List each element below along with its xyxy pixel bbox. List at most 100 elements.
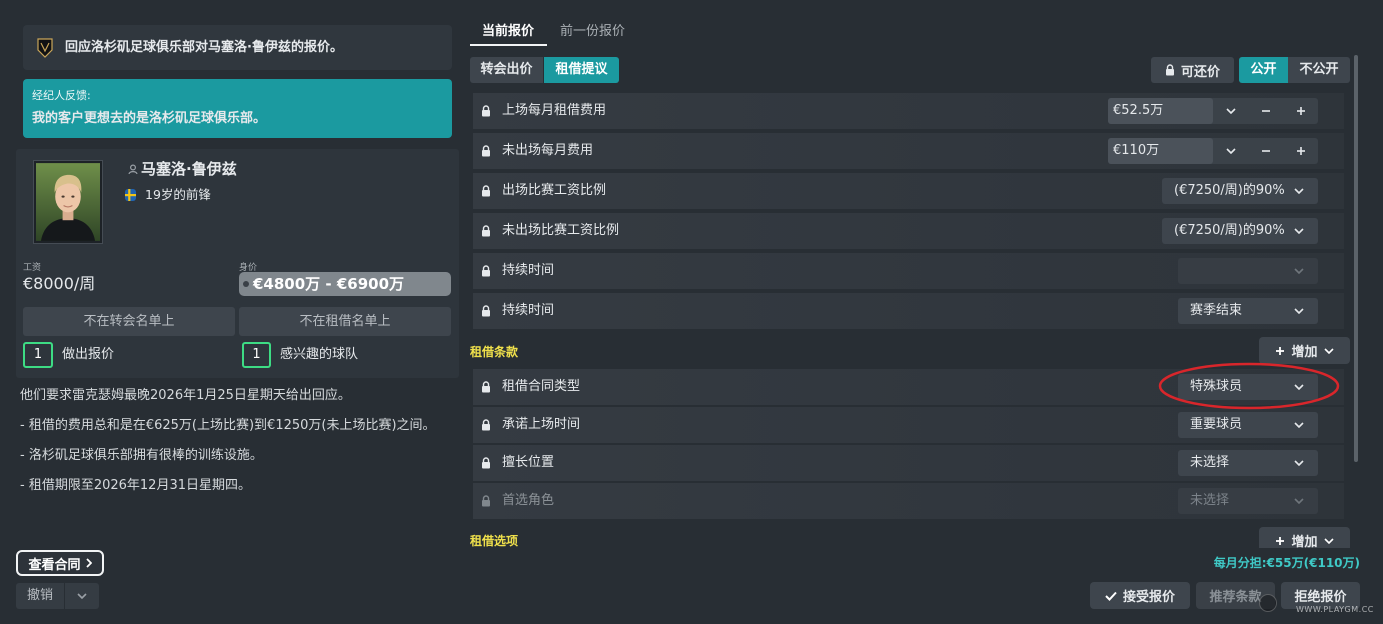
chevron-down-icon[interactable]: [1213, 138, 1248, 164]
note-loan-end-date: - 租借期限至2026年12月31日星期四。: [20, 478, 251, 493]
lock-icon[interactable]: [481, 185, 491, 197]
accept-offer-label: 接受报价: [1122, 590, 1175, 605]
interested-clubs-count[interactable]: 1: [242, 342, 271, 368]
agent-feedback-text: 我的客户更想去的是洛杉矶足球俱乐部。: [32, 111, 267, 126]
add-loan-term-button[interactable]: 增加: [1259, 337, 1350, 364]
add-loan-option-button[interactable]: 增加: [1259, 527, 1350, 548]
lafc-crest-icon: [37, 38, 53, 58]
transfer-bid-toggle[interactable]: 转会出价: [470, 57, 543, 83]
monthly-share-summary: 每月分担:€55万(€110万): [1213, 556, 1360, 570]
negotiable-label: 可还价: [1180, 64, 1220, 80]
term-label: 擅长位置: [502, 455, 555, 470]
chevron-right-icon: [85, 558, 92, 568]
tag-hole-icon: [243, 281, 249, 287]
watermark-logo: [1259, 594, 1277, 612]
lock-icon[interactable]: [481, 419, 491, 431]
undo-options-button[interactable]: [65, 583, 99, 609]
dropdown-value: 未选择: [1190, 455, 1230, 470]
promised-playing-time-dropdown[interactable]: 重要球员: [1178, 412, 1318, 438]
term-label: 承诺上场时间: [502, 417, 581, 432]
term-label: 未出场每月费用: [502, 143, 594, 158]
person-icon: [128, 164, 138, 174]
dropdown-value: 未选择: [1190, 493, 1230, 508]
lock-icon[interactable]: [481, 225, 491, 237]
tab-current-offer[interactable]: 当前报价: [482, 24, 534, 40]
offers-made-count[interactable]: 1: [23, 342, 53, 368]
term-label: 上场每月租借费用: [502, 103, 607, 118]
lock-icon: [481, 495, 491, 507]
dropdown-value: (€7250/周)的90%: [1174, 223, 1285, 238]
lock-icon[interactable]: [481, 305, 491, 317]
value-range: €4800万 - €6900万: [253, 275, 405, 293]
minus-icon[interactable]: [1248, 98, 1283, 124]
dropdown-value: 赛季结束: [1190, 303, 1243, 318]
playing-fee-input[interactable]: €52.5万: [1108, 98, 1213, 124]
note-loan-fee-range: - 租借的费用总和是在€625万(上场比赛)到€1250万(未上场比赛)之间。: [20, 418, 436, 433]
playing-fee-stepper: €52.5万: [1108, 98, 1318, 124]
loan-offer-toggle[interactable]: 租借提议: [544, 57, 619, 83]
player-description: 19岁的前锋: [145, 187, 211, 202]
term-label: 持续时间: [502, 303, 555, 318]
transfer-list-status-button[interactable]: 不在转会名单上: [23, 307, 235, 336]
tab-previous-offer[interactable]: 前一份报价: [560, 24, 625, 40]
plus-icon[interactable]: [1283, 138, 1318, 164]
view-contract-button[interactable]: 查看合同: [16, 550, 104, 576]
player-photo[interactable]: [33, 160, 103, 244]
chevron-down-icon: [1294, 422, 1304, 428]
term-label: 租借合同类型: [502, 379, 581, 394]
dropdown-value: (€7250/周)的90%: [1174, 183, 1285, 198]
public-toggle[interactable]: 公开: [1239, 57, 1288, 83]
term-label: 未出场比赛工资比例: [502, 223, 620, 238]
active-tab-indicator: [470, 44, 547, 46]
chevron-down-icon: [77, 593, 87, 599]
term-row-duration: 持续时间 赛季结束: [473, 293, 1344, 329]
lock-icon[interactable]: [481, 381, 491, 393]
term-row-non-playing-wage-share: 未出场比赛工资比例 (€7250/周)的90%: [473, 213, 1344, 249]
offers-made-label: 做出报价: [62, 347, 115, 362]
red-annotation-ellipse: [1158, 362, 1340, 410]
non-playing-wage-share-dropdown[interactable]: (€7250/周)的90%: [1162, 218, 1318, 244]
value-tag: €4800万 - €6900万: [239, 272, 451, 296]
add-label: 增加: [1291, 535, 1318, 548]
duration-dropdown[interactable]: 赛季结束: [1178, 298, 1318, 324]
lock-icon[interactable]: [481, 145, 491, 157]
chevron-down-icon: [1294, 460, 1304, 466]
lock-icon: [1165, 64, 1175, 76]
lock-icon[interactable]: [481, 105, 491, 117]
terms-scrollbar[interactable]: [1354, 55, 1358, 462]
playing-wage-share-dropdown[interactable]: (€7250/周)的90%: [1162, 178, 1318, 204]
player-card: 马塞洛·鲁伊兹 19岁的前锋 工资 €8000/周 身价 €4800万 - €6…: [16, 149, 459, 378]
plus-icon[interactable]: [1283, 98, 1318, 124]
minus-icon[interactable]: [1248, 138, 1283, 164]
check-icon: [1105, 591, 1117, 601]
lock-icon[interactable]: [481, 265, 491, 277]
term-row-playing-wage-share: 出场比赛工资比例 (€7250/周)的90%: [473, 173, 1344, 209]
negotiable-button[interactable]: 可还价: [1151, 57, 1234, 83]
non-playing-fee-input[interactable]: €110万: [1108, 138, 1213, 164]
private-toggle[interactable]: 不公开: [1288, 57, 1350, 83]
term-row-promised-playing-time: 承诺上场时间 重要球员: [473, 407, 1344, 443]
non-playing-fee-stepper: €110万: [1108, 138, 1318, 164]
term-label: 首选角色: [502, 493, 555, 508]
undo-button[interactable]: 撤销: [16, 583, 64, 609]
preferred-position-dropdown[interactable]: 未选择: [1178, 450, 1318, 476]
term-row-duration-empty: 持续时间: [473, 253, 1344, 289]
chevron-down-icon[interactable]: [1213, 98, 1248, 124]
watermark-text: WWW.PLAYGM.CC: [1296, 605, 1374, 614]
offer-terms-list: 上场每月租借费用 €52.5万 未出场每月费用 €110万 出场比赛工资比例 (…: [465, 88, 1353, 548]
add-label: 增加: [1291, 345, 1318, 360]
term-row-non-playing-monthly-fee: 未出场每月费用 €110万: [473, 133, 1344, 169]
wage-value: €8000/周: [23, 274, 96, 293]
term-label: 持续时间: [502, 263, 555, 278]
sweden-flag-icon: [125, 189, 136, 201]
lock-icon[interactable]: [481, 457, 491, 469]
plus-icon: [1275, 536, 1285, 546]
accept-offer-button[interactable]: 接受报价: [1090, 582, 1190, 609]
loan-list-status-button[interactable]: 不在租借名单上: [239, 307, 451, 336]
note-training-facilities: - 洛杉矶足球俱乐部拥有很棒的训练设施。: [20, 448, 263, 463]
interested-clubs-label: 感兴趣的球队: [280, 347, 359, 362]
duration-dropdown-disabled: [1178, 258, 1318, 284]
chevron-down-icon: [1294, 498, 1304, 504]
chevron-down-icon: [1323, 347, 1334, 354]
player-name[interactable]: 马塞洛·鲁伊兹: [141, 160, 237, 178]
